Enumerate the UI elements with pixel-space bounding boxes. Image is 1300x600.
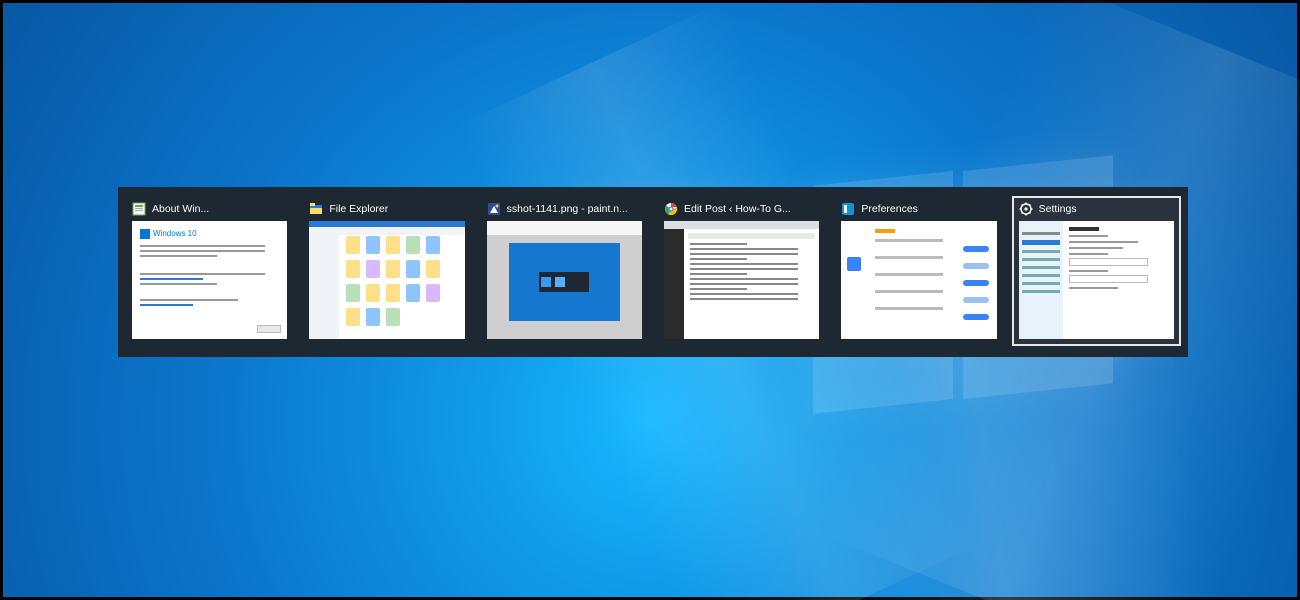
task-title: About Win... xyxy=(152,203,209,215)
task-thumbnail xyxy=(309,221,464,339)
task-settings[interactable]: Settings xyxy=(1013,197,1180,345)
chrome-icon xyxy=(664,202,678,216)
task-thumbnail xyxy=(841,221,996,339)
file-explorer-icon xyxy=(309,202,323,216)
task-chrome-edit-post[interactable]: Edit Post ‹ How-To G... xyxy=(658,197,825,345)
task-about-windows[interactable]: About Win... Windows 10 xyxy=(126,197,293,345)
alt-tab-switcher: About Win... Windows 10 File Explorer xyxy=(118,187,1188,357)
task-title: sshot-1141.png - paint.n... xyxy=(507,203,628,215)
task-title: Settings xyxy=(1039,203,1077,215)
task-preferences[interactable]: Preferences xyxy=(835,197,1002,345)
paintnet-icon xyxy=(487,202,501,216)
task-title: Preferences xyxy=(861,203,918,215)
task-title: Edit Post ‹ How-To G... xyxy=(684,203,791,215)
app-icon xyxy=(841,202,855,216)
task-thumbnail xyxy=(487,221,642,339)
about-windows-icon xyxy=(132,202,146,216)
task-thumbnail: Windows 10 xyxy=(132,221,287,339)
settings-gear-icon xyxy=(1019,202,1033,216)
task-thumbnail xyxy=(664,221,819,339)
task-file-explorer[interactable]: File Explorer xyxy=(303,197,470,345)
task-thumbnail xyxy=(1019,221,1174,339)
task-title: File Explorer xyxy=(329,203,388,215)
task-paintnet[interactable]: sshot-1141.png - paint.n... xyxy=(481,197,648,345)
